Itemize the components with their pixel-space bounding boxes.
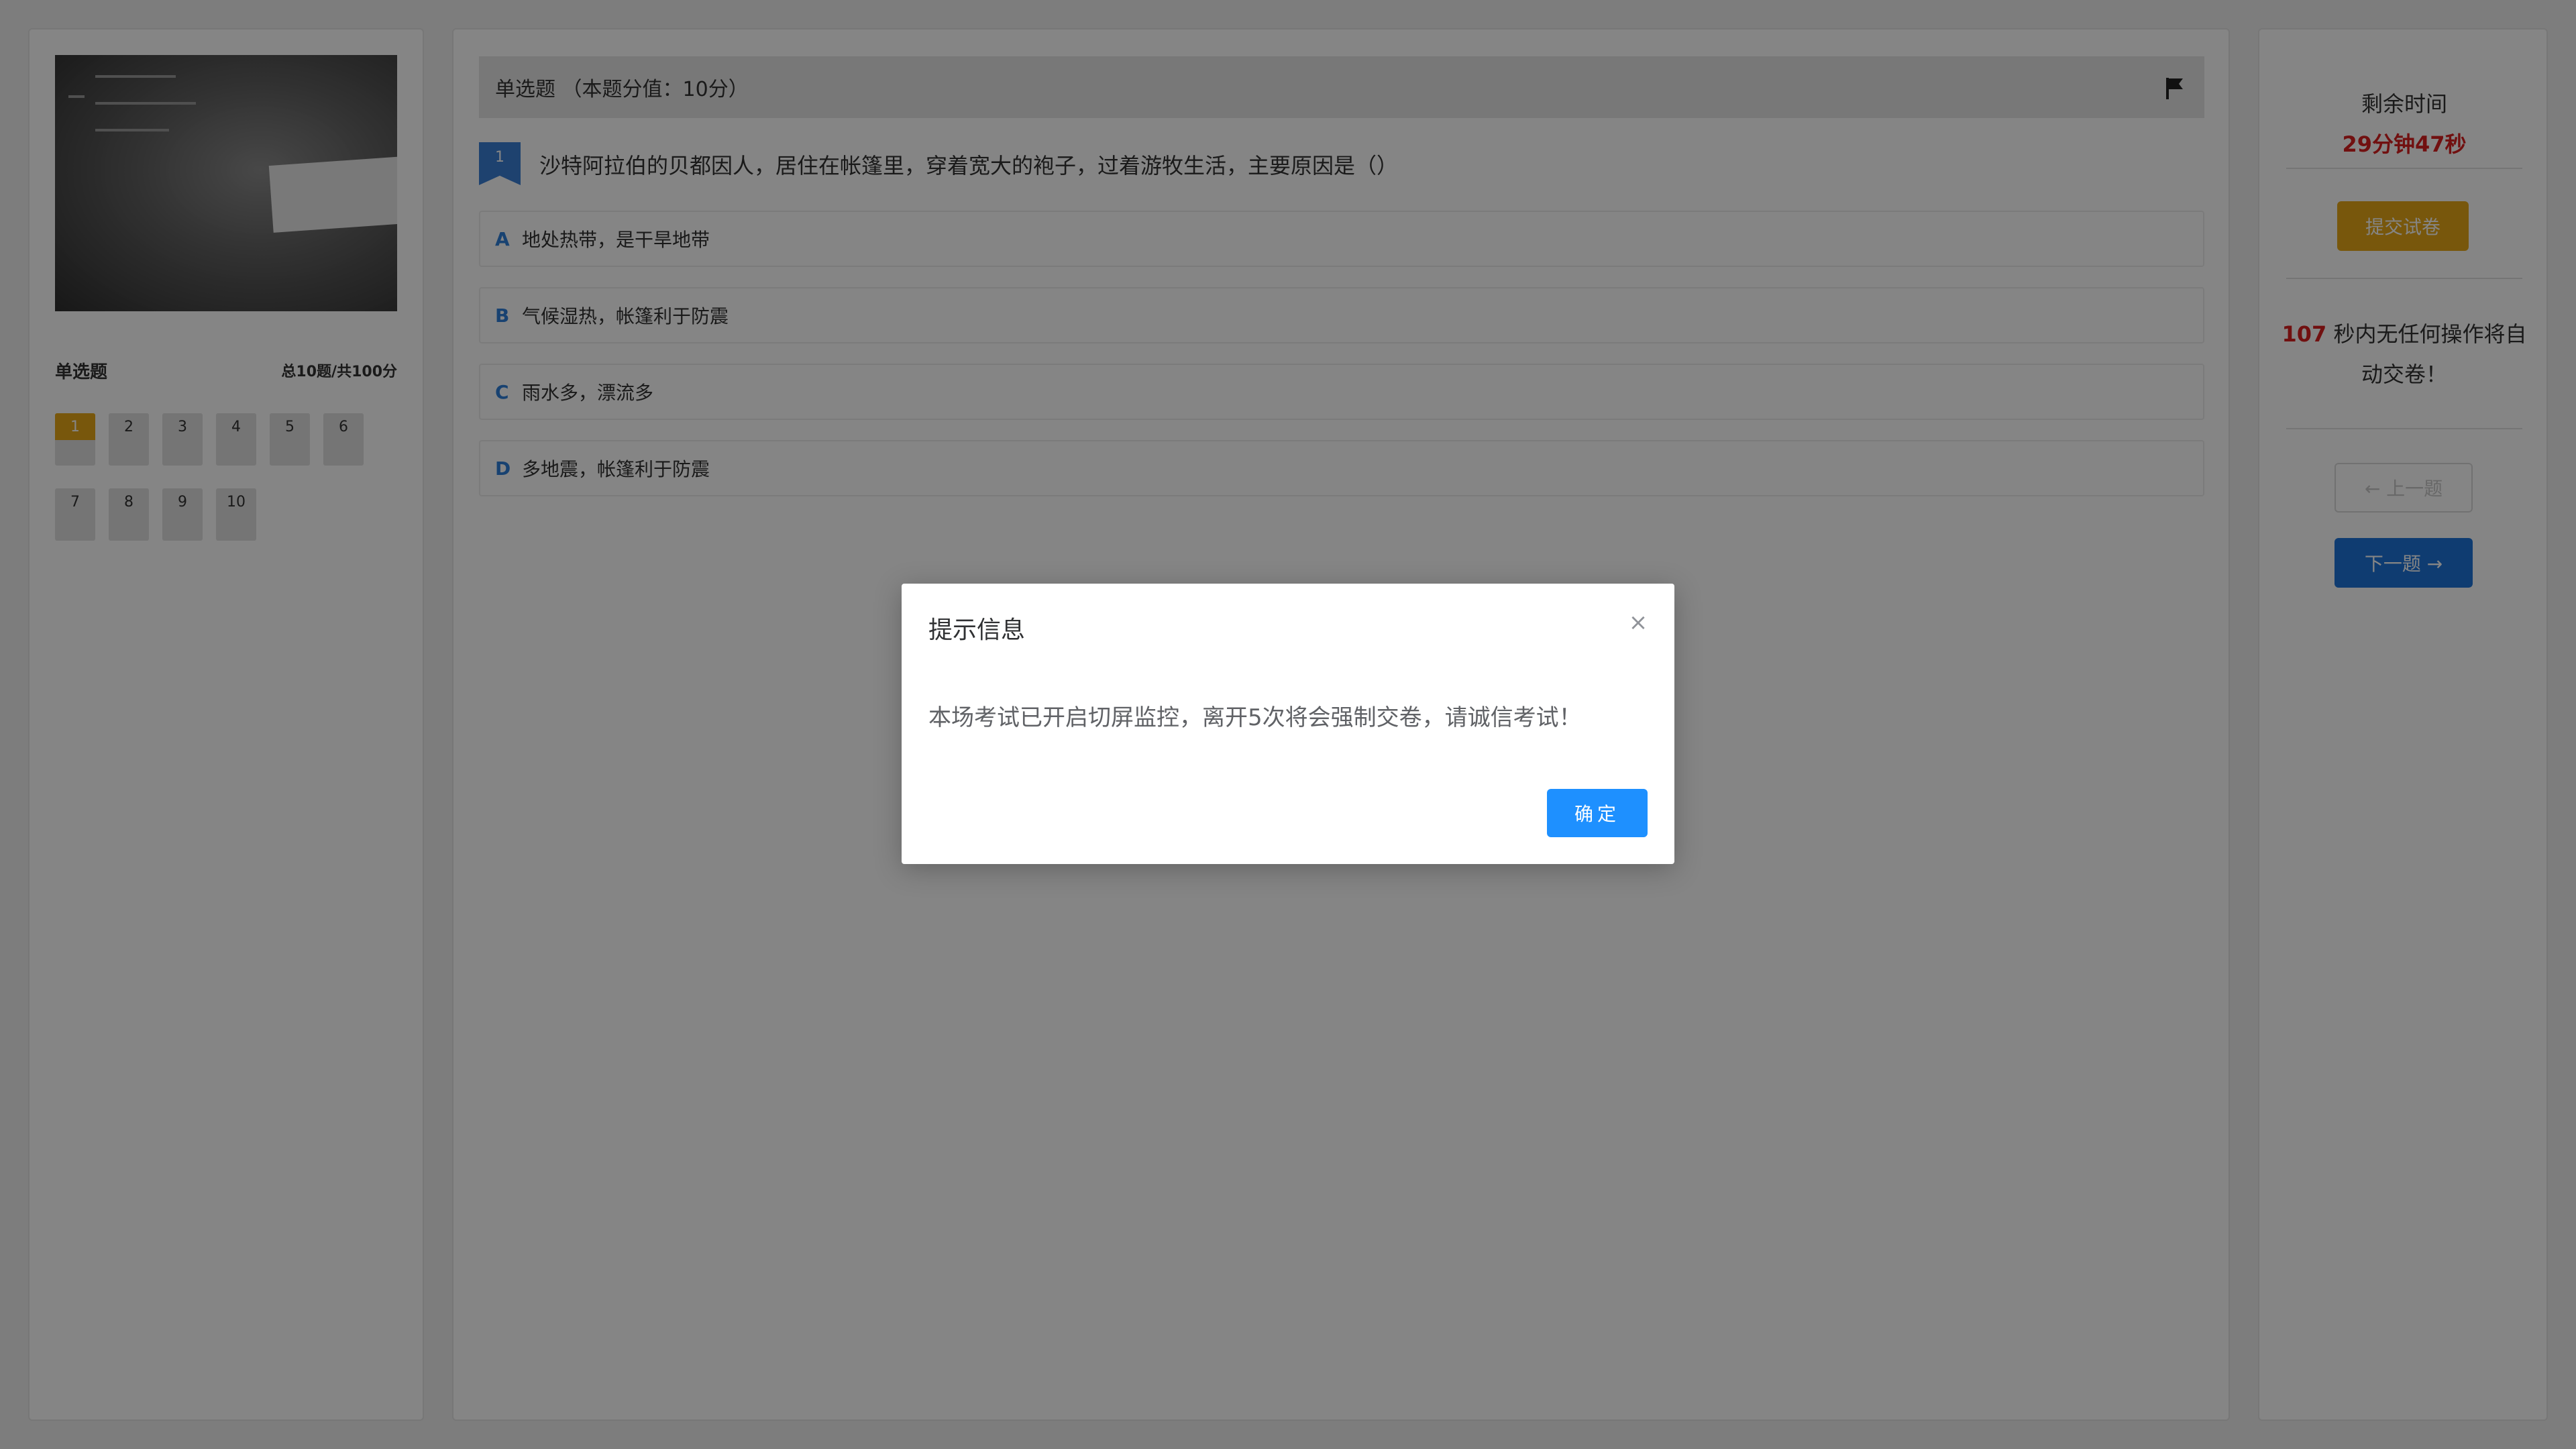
dialog-message: 本场考试已开启切屏监控，离开5次将会强制交卷，请诚信考试！ <box>928 704 1582 731</box>
notice-dialog: 提示信息 × 本场考试已开启切屏监控，离开5次将会强制交卷，请诚信考试！ 确定 <box>902 584 1674 864</box>
dialog-title: 提示信息 <box>928 616 1026 644</box>
confirm-button[interactable]: 确定 <box>1547 789 1648 837</box>
close-icon[interactable]: × <box>1626 610 1650 635</box>
